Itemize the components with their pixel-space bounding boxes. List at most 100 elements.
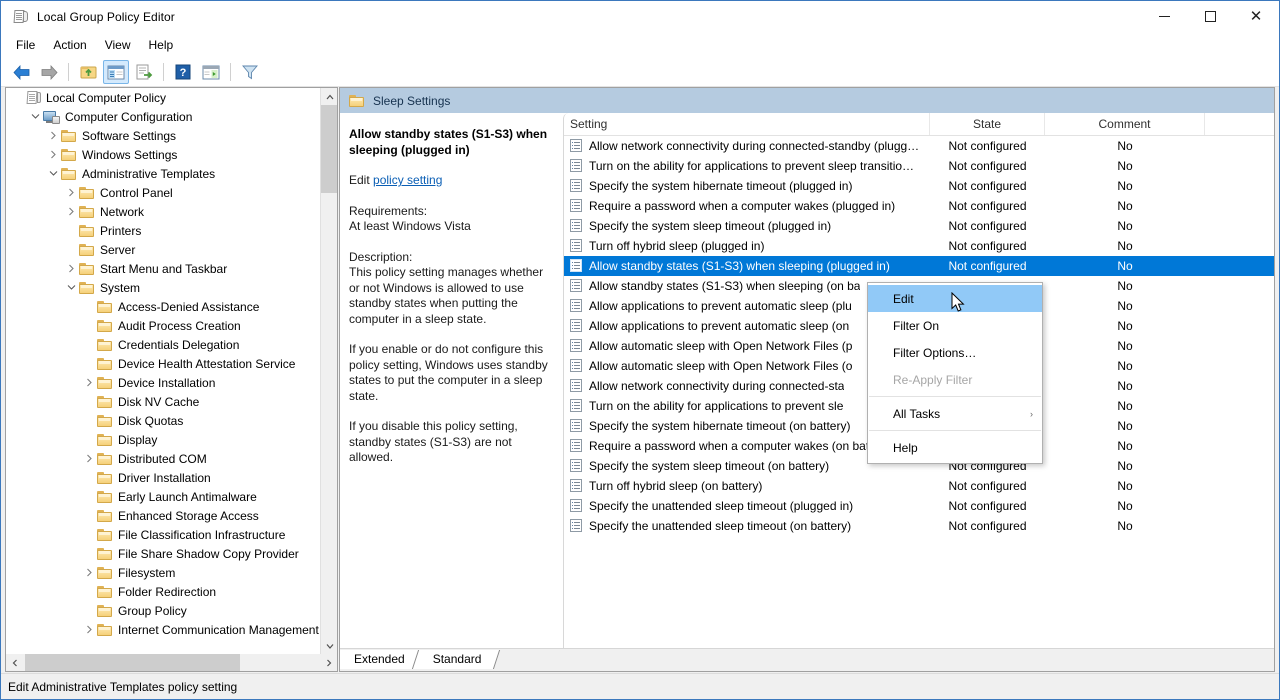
menu-action[interactable]: Action xyxy=(44,34,95,56)
minimize-button[interactable] xyxy=(1141,1,1187,32)
up-one-level-button[interactable] xyxy=(75,60,101,84)
policy-setting-link[interactable]: policy setting xyxy=(373,173,442,187)
scroll-left-icon[interactable] xyxy=(6,654,23,671)
tree-item-windows-settings[interactable]: Windows Settings xyxy=(6,145,320,164)
chevron-right-icon[interactable] xyxy=(46,145,61,164)
chevron-right-icon[interactable] xyxy=(64,202,79,221)
cell-setting: Specify the system sleep timeout (plugge… xyxy=(564,219,930,233)
menu-file[interactable]: File xyxy=(7,34,44,56)
tree-item-early-launch-antimalware[interactable]: Early Launch Antimalware xyxy=(6,487,320,506)
tree-item-driver-installation[interactable]: Driver Installation xyxy=(6,468,320,487)
chevron-right-icon[interactable] xyxy=(64,259,79,278)
tree-item-system[interactable]: System xyxy=(6,278,320,297)
tree-item-group-policy[interactable]: Group Policy xyxy=(6,601,320,620)
chevron-right-icon[interactable] xyxy=(82,449,97,468)
scroll-up-icon[interactable] xyxy=(321,88,337,105)
chevron-right-icon[interactable] xyxy=(64,183,79,202)
tree-item-administrative-templates[interactable]: Administrative Templates xyxy=(6,164,320,183)
scroll-down-icon[interactable] xyxy=(321,637,337,654)
title-bar: Local Group Policy Editor ✕ xyxy=(1,1,1279,32)
chevron-down-icon[interactable] xyxy=(28,107,43,126)
table-row[interactable]: Specify the system sleep timeout (plugge… xyxy=(564,216,1274,236)
folder-icon xyxy=(97,623,113,637)
filter-button[interactable] xyxy=(237,60,263,84)
chevron-right-icon[interactable] xyxy=(46,126,61,145)
console-tree[interactable]: Local Computer Policy Computer Configurat… xyxy=(6,88,320,654)
tree-twisty-placeholder xyxy=(82,411,97,430)
context-menu-item-filter-on[interactable]: Filter On xyxy=(868,312,1042,339)
table-row[interactable]: Turn off hybrid sleep (on battery) Not co… xyxy=(564,476,1274,496)
tree-item-network[interactable]: Network xyxy=(6,202,320,221)
tree-item-disk-nv-cache[interactable]: Disk NV Cache xyxy=(6,392,320,411)
context-menu-item-filter-options[interactable]: Filter Options… xyxy=(868,339,1042,366)
tree-scroll-thumb[interactable] xyxy=(321,105,337,193)
menu-view[interactable]: View xyxy=(96,34,140,56)
chevron-down-icon[interactable] xyxy=(46,164,61,183)
tab-standard[interactable]: Standard xyxy=(420,650,492,669)
cell-state: Not configured xyxy=(948,219,1027,233)
menu-help[interactable]: Help xyxy=(140,34,183,56)
table-row[interactable]: Specify the unattended sleep timeout (pl… xyxy=(564,496,1274,516)
back-button[interactable] xyxy=(8,60,34,84)
show-hide-action-pane-button[interactable] xyxy=(198,60,224,84)
context-menu-item-edit[interactable]: Edit xyxy=(868,285,1042,312)
close-button[interactable]: ✕ xyxy=(1233,1,1279,32)
table-row[interactable]: Specify the unattended sleep timeout (on… xyxy=(564,516,1274,536)
setting-label: Specify the system hibernate timeout (pl… xyxy=(589,179,853,193)
scroll-right-icon[interactable] xyxy=(320,654,337,671)
column-header-setting[interactable]: Setting xyxy=(564,113,930,135)
tree-item-file-classification-infrastructure[interactable]: File Classification Infrastructure xyxy=(6,525,320,544)
tree-item-filesystem[interactable]: Filesystem xyxy=(6,563,320,582)
chevron-right-icon[interactable] xyxy=(82,563,97,582)
table-row[interactable]: Allow network connectivity during connec… xyxy=(564,136,1274,156)
maximize-button[interactable] xyxy=(1187,1,1233,32)
tree-item-device-installation[interactable]: Device Installation xyxy=(6,373,320,392)
table-row[interactable]: Turn off hybrid sleep (plugged in) Not co… xyxy=(564,236,1274,256)
tree-item-distributed-com[interactable]: Distributed COM xyxy=(6,449,320,468)
cell-comment: No xyxy=(1117,399,1133,413)
help-button[interactable]: ? xyxy=(170,60,196,84)
forward-button[interactable] xyxy=(36,60,62,84)
policy-title: Allow standby states (S1-S3) when sleepi… xyxy=(349,127,548,157)
policy-setting-icon xyxy=(570,399,583,413)
tree-item-disk-quotas[interactable]: Disk Quotas xyxy=(6,411,320,430)
tree-item-local-computer-policy[interactable]: Local Computer Policy xyxy=(6,88,320,107)
tree-item-computer-configuration[interactable]: Computer Configuration xyxy=(6,107,320,126)
chevron-right-icon[interactable] xyxy=(82,620,97,639)
tree-item-audit-process-creation[interactable]: Audit Process Creation xyxy=(6,316,320,335)
tree-item-label: File Share Shadow Copy Provider xyxy=(118,546,299,561)
tree-item-internet-communication-management[interactable]: Internet Communication Management xyxy=(6,620,320,639)
tree-item-software-settings[interactable]: Software Settings xyxy=(6,126,320,145)
tree-horizontal-scrollbar[interactable] xyxy=(6,654,337,671)
tree-item-device-health-attestation-service[interactable]: Device Health Attestation Service xyxy=(6,354,320,373)
tree-item-file-share-shadow-copy-provider[interactable]: File Share Shadow Copy Provider xyxy=(6,544,320,563)
table-row[interactable]: Turn on the ability for applications to … xyxy=(564,156,1274,176)
show-hide-console-tree-button[interactable] xyxy=(103,60,129,84)
tree-vertical-scrollbar[interactable] xyxy=(320,88,337,654)
tree-item-printers[interactable]: Printers xyxy=(6,221,320,240)
tree-item-control-panel[interactable]: Control Panel xyxy=(6,183,320,202)
tree-item-server[interactable]: Server xyxy=(6,240,320,259)
table-row[interactable]: Specify the system hibernate timeout (pl… xyxy=(564,176,1274,196)
context-menu-item-help[interactable]: Help xyxy=(868,434,1042,461)
tree-item-label: Device Health Attestation Service xyxy=(118,356,296,371)
table-row[interactable]: Allow standby states (S1-S3) when sleepi… xyxy=(564,256,1274,276)
column-header-state[interactable]: State xyxy=(930,113,1045,135)
export-list-button[interactable] xyxy=(131,60,157,84)
tree-item-start-menu-and-taskbar[interactable]: Start Menu and Taskbar xyxy=(6,259,320,278)
tree-item-access-denied-assistance[interactable]: Access-Denied Assistance xyxy=(6,297,320,316)
tree-item-credentials-delegation[interactable]: Credentials Delegation xyxy=(6,335,320,354)
tree-hscroll-thumb[interactable] xyxy=(25,654,240,671)
context-menu[interactable]: Edit Filter On Filter Options… Re-Apply Fil… xyxy=(867,282,1043,464)
tree-item-enhanced-storage-access[interactable]: Enhanced Storage Access xyxy=(6,506,320,525)
tree-item-folder-redirection[interactable]: Folder Redirection xyxy=(6,582,320,601)
tree-item-display[interactable]: Display xyxy=(6,430,320,449)
chevron-right-icon[interactable] xyxy=(82,373,97,392)
column-header-comment[interactable]: Comment xyxy=(1045,113,1205,135)
folder-icon xyxy=(97,471,113,485)
cell-comment: No xyxy=(1117,319,1133,333)
context-menu-item-all-tasks[interactable]: All Tasks › xyxy=(868,400,1042,427)
table-row[interactable]: Require a password when a computer wakes… xyxy=(564,196,1274,216)
chevron-down-icon[interactable] xyxy=(64,278,79,297)
tab-extended[interactable]: Extended xyxy=(342,650,415,669)
